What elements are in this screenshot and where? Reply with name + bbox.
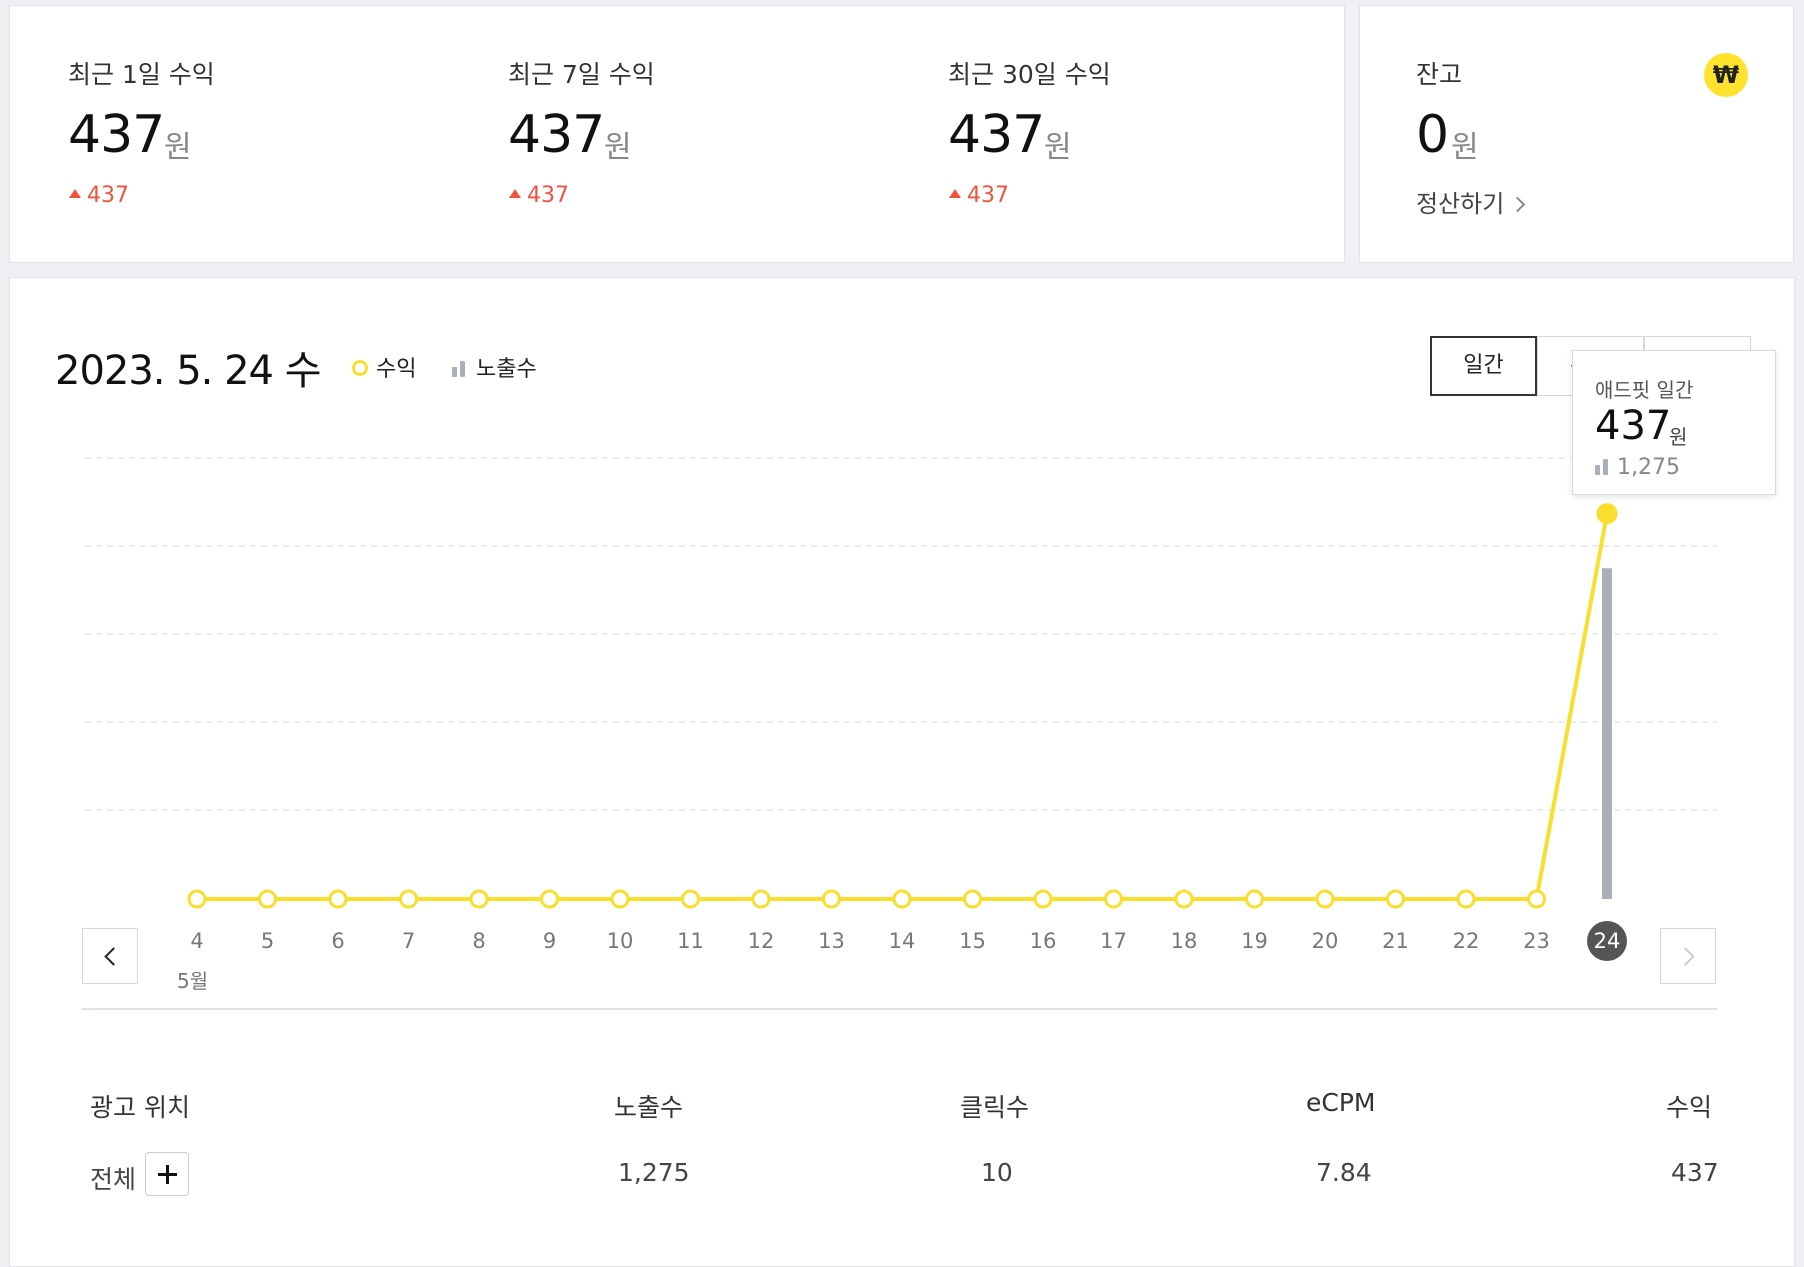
revenue-point[interactable]	[963, 889, 982, 909]
x-tick-label[interactable]: 6	[313, 929, 363, 953]
revenue-line	[197, 513, 1609, 901]
next-period-button[interactable]	[1660, 928, 1716, 984]
x-tick-label[interactable]: 8	[454, 929, 504, 953]
cell-revenue: 437	[1671, 1158, 1719, 1187]
revenue-point[interactable]	[399, 889, 418, 909]
x-month-label: 5월	[177, 969, 209, 993]
revenue-chart	[85, 457, 1717, 909]
divider	[81, 1008, 1717, 1010]
x-tick-label[interactable]: 15	[948, 929, 998, 953]
x-tick-label[interactable]: 5	[243, 929, 293, 953]
revenue-point[interactable]	[751, 889, 771, 909]
revenue-point[interactable]	[681, 889, 700, 909]
revenue-point[interactable]	[187, 889, 207, 909]
x-tick-label[interactable]: 9	[525, 929, 575, 953]
prev-period-button[interactable]	[82, 928, 138, 984]
x-tick-label[interactable]: 7	[384, 929, 434, 953]
x-tick-label[interactable]: 23	[1512, 929, 1562, 953]
revenue-point[interactable]	[469, 889, 489, 909]
cell-impressions: 1,275	[618, 1158, 690, 1187]
x-tick-label[interactable]: 19	[1230, 929, 1280, 953]
revenue-point[interactable]	[1456, 889, 1476, 909]
chart-tooltip: 애드핏 일간 437 원 1,275	[1572, 350, 1776, 495]
bar-icon	[1595, 457, 1611, 475]
revenue-point[interactable]	[328, 889, 348, 909]
x-tick-label[interactable]: 12	[736, 929, 786, 953]
revenue-point[interactable]	[1315, 889, 1335, 909]
tooltip-value: 437	[1595, 403, 1672, 449]
revenue-point[interactable]	[1245, 889, 1264, 909]
col-header-position: 광고 위치	[90, 1093, 190, 1122]
revenue-point[interactable]	[822, 889, 841, 909]
col-header-clicks: 클릭수	[960, 1093, 1030, 1122]
tooltip-impressions: 1,275	[1595, 455, 1680, 480]
x-tick-label[interactable]: 14	[877, 929, 927, 953]
tooltip-title: 애드핏 일간	[1595, 378, 1694, 402]
chevron-right-icon	[1676, 947, 1695, 966]
revenue-point[interactable]	[1527, 889, 1546, 909]
col-header-impressions: 노출수	[614, 1093, 684, 1122]
x-tick-label[interactable]: 24	[1587, 921, 1627, 961]
x-tick-label[interactable]: 16	[1018, 929, 1068, 953]
tooltip-unit: 원	[1669, 425, 1688, 449]
cell-position: 전체	[90, 1165, 137, 1194]
expand-row-button[interactable]	[145, 1152, 189, 1196]
x-tick-label[interactable]: 21	[1371, 929, 1421, 953]
revenue-point[interactable]	[610, 889, 630, 909]
impressions-bar	[1602, 568, 1612, 899]
x-tick-label[interactable]: 4	[172, 929, 222, 953]
x-tick-label[interactable]: 17	[1089, 929, 1139, 953]
revenue-point[interactable]	[1104, 889, 1123, 909]
revenue-point[interactable]	[540, 889, 559, 909]
tooltip-impressions-value: 1,275	[1617, 455, 1680, 480]
cell-ecpm: 7.84	[1316, 1158, 1372, 1187]
x-tick-label[interactable]: 22	[1441, 929, 1491, 953]
x-tick-label[interactable]: 10	[595, 929, 645, 953]
x-tick-label[interactable]: 13	[807, 929, 857, 953]
revenue-point[interactable]	[258, 889, 277, 909]
revenue-point[interactable]	[892, 889, 912, 909]
x-tick-label[interactable]: 11	[666, 929, 716, 953]
revenue-point[interactable]	[1386, 889, 1405, 909]
revenue-point[interactable]	[1596, 503, 1618, 525]
revenue-point[interactable]	[1174, 889, 1194, 909]
x-tick-label[interactable]: 18	[1159, 929, 1209, 953]
x-tick-label[interactable]: 20	[1300, 929, 1350, 953]
col-header-revenue: 수익	[1666, 1093, 1713, 1122]
chevron-left-icon	[104, 947, 123, 966]
col-header-ecpm: eCPM	[1306, 1088, 1376, 1117]
revenue-point[interactable]	[1033, 889, 1053, 909]
cell-clicks: 10	[981, 1158, 1013, 1187]
